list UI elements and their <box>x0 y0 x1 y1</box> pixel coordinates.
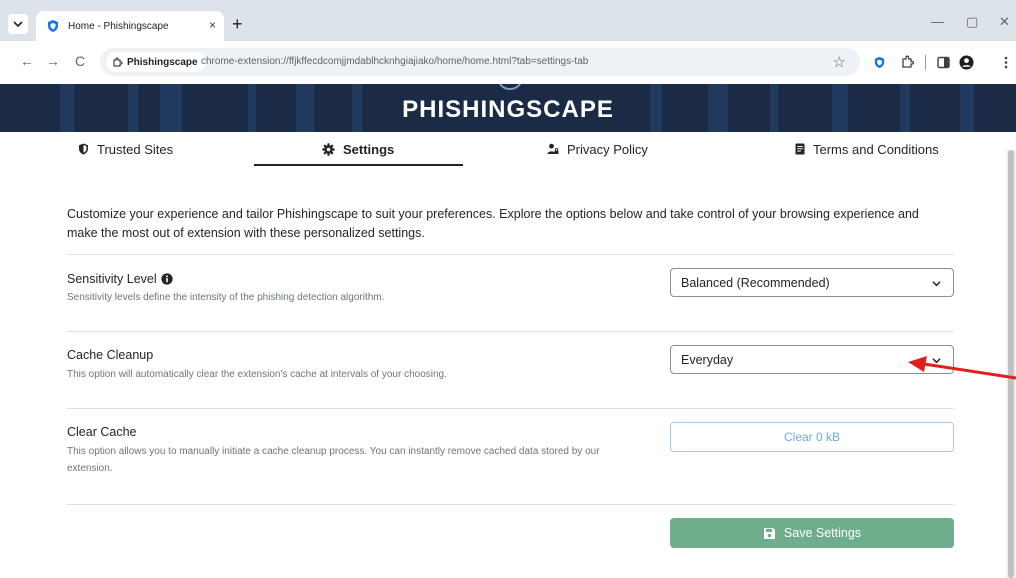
toolbar-divider <box>925 55 926 70</box>
divider <box>67 408 954 409</box>
clear-cache-description: This option allows you to manually initi… <box>67 446 600 474</box>
tab-close-icon[interactable]: × <box>209 19 216 31</box>
chevron-down-icon <box>13 21 23 28</box>
tab-terms-label: Terms and Conditions <box>813 141 939 157</box>
info-icon[interactable] <box>161 273 173 285</box>
shield-icon <box>48 20 58 32</box>
cache-cleanup-value: Everyday <box>681 352 734 367</box>
side-panel-icon[interactable] <box>937 56 950 69</box>
gear-icon <box>322 142 335 156</box>
sensitivity-level-label: Sensitivity Level <box>67 272 157 286</box>
extensions-puzzle-icon[interactable] <box>901 55 915 69</box>
site-chip[interactable]: Phishingscape <box>106 52 206 72</box>
minimize-icon[interactable]: — <box>931 14 944 29</box>
divider <box>67 331 954 332</box>
tab-title: Home - Phishingscape <box>68 20 169 32</box>
user-lock-icon <box>547 143 559 154</box>
shield-icon <box>79 143 88 155</box>
new-tab-button[interactable]: + <box>232 15 243 33</box>
reload-icon[interactable]: C <box>75 54 85 68</box>
tab-privacy-policy-label: Privacy Policy <box>567 141 648 157</box>
chevron-down-icon <box>932 281 941 287</box>
save-settings-label: Save Settings <box>783 526 862 540</box>
back-icon[interactable]: ← <box>20 54 34 68</box>
cache-cleanup-label: Cache Cleanup <box>67 348 154 362</box>
browser-toolbar: ← → C Phishingscape chrome-extension://f… <box>0 41 1016 84</box>
header-banner: PHISHINGSCAPE <box>0 84 1016 132</box>
tab-trusted-sites[interactable]: Trusted Sites <box>78 132 173 166</box>
save-settings-button[interactable]: Save Settings <box>670 518 954 548</box>
restore-icon[interactable]: ▢ <box>966 14 978 30</box>
clear-cache-label: Clear Cache <box>67 425 137 439</box>
tab-search-button[interactable] <box>8 14 28 34</box>
brand-title: PHISHINGSCAPE <box>402 96 614 123</box>
clear-cache-button[interactable]: Clear 0 kB <box>670 422 954 452</box>
close-window-icon[interactable]: ✕ <box>999 14 1010 30</box>
profile-avatar-icon[interactable] <box>959 55 974 70</box>
address-bar[interactable]: Phishingscape chrome-extension://ffjkffe… <box>100 48 860 76</box>
tab-privacy-policy[interactable]: Privacy Policy <box>547 132 648 166</box>
more-menu-icon[interactable] <box>1004 56 1008 69</box>
floppy-disk-icon <box>763 527 775 539</box>
divider <box>67 254 954 255</box>
sensitivity-level-select[interactable]: Balanced (Recommended) <box>670 268 954 297</box>
tab-settings-label: Settings <box>343 141 395 157</box>
site-chip-label: Phishingscape <box>127 56 198 68</box>
document-icon <box>795 143 805 155</box>
active-tab-indicator <box>254 164 463 166</box>
tab-trusted-sites-label: Trusted Sites <box>97 141 174 157</box>
url-text: chrome-extension://ffjkffecdcomjjmdablhc… <box>201 56 589 67</box>
divider <box>67 504 954 505</box>
settings-intro: Customize your experience and tailor Phi… <box>67 207 919 240</box>
forward-icon[interactable]: → <box>46 54 60 68</box>
annotation-arrow <box>908 356 1016 380</box>
extension-icon <box>113 57 123 66</box>
browser-tab-home[interactable]: Home - Phishingscape × <box>36 11 224 41</box>
sensitivity-level-description: Sensitivity levels define the intensity … <box>67 292 385 303</box>
tab-strip: Home - Phishingscape × + — ▢ ✕ <box>0 0 1016 41</box>
sensitivity-level-value: Balanced (Recommended) <box>681 275 830 290</box>
settings-nav: Trusted Sites Settings Privacy Policy Te… <box>0 132 1016 166</box>
tab-terms-and-conditions[interactable]: Terms and Conditions <box>795 132 939 166</box>
shield-extension-icon[interactable] <box>873 56 886 69</box>
logo-shield-arc <box>498 84 522 90</box>
bookmark-star-icon[interactable]: ☆ <box>833 53 846 71</box>
cache-cleanup-title: Cache Cleanup <box>67 348 153 362</box>
browser-window: Home - Phishingscape × + — ▢ ✕ ← → C Phi… <box>0 0 1016 578</box>
tab-settings[interactable]: Settings <box>322 132 394 166</box>
sensitivity-level-title: Sensitivity Level <box>67 272 173 286</box>
clear-cache-title: Clear Cache <box>67 425 136 439</box>
cache-cleanup-description: This option will automatically clear the… <box>67 369 447 380</box>
